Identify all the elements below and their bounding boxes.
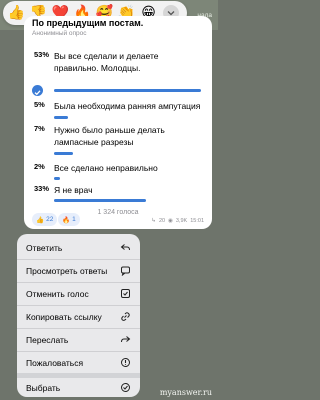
option-percent: 33% bbox=[34, 184, 50, 193]
option-text: Нужно было раньше делать лампасные разре… bbox=[54, 125, 165, 147]
option-percent: 53% bbox=[34, 50, 50, 59]
menu-copy-link[interactable]: Копировать ссылку bbox=[17, 306, 140, 327]
option-bar bbox=[54, 177, 60, 180]
message-meta: ↳ 20 ◉ 3,9K 15:01 bbox=[151, 218, 204, 224]
menu-reply[interactable]: Ответить bbox=[17, 237, 140, 258]
comments-count: 20 bbox=[158, 218, 166, 224]
forward-icon bbox=[120, 334, 131, 345]
poll-title: По предыдущим постам. bbox=[32, 18, 144, 28]
reaction-count: 1 bbox=[72, 216, 76, 223]
reaction-thumbs-up[interactable]: 👍 bbox=[7, 4, 26, 23]
poll-message[interactable]: По предыдущим постам. Анонимный опрос 53… bbox=[24, 16, 212, 229]
reaction-chip-thumbs-up[interactable]: 👍 22 bbox=[32, 213, 58, 226]
menu-view-replies[interactable]: Просмотреть ответы bbox=[17, 260, 140, 281]
reply-icon bbox=[120, 242, 131, 253]
option-text: Все сделано неправильно bbox=[54, 163, 158, 173]
menu-item-label: Выбрать bbox=[26, 382, 61, 393]
option-text: Вы все сделали и делаете правильно. Моло… bbox=[54, 51, 159, 73]
menu-item-label: Отменить голос bbox=[26, 288, 89, 299]
link-icon bbox=[120, 311, 131, 322]
select-icon bbox=[120, 382, 131, 393]
option-text: Я не врач bbox=[54, 185, 93, 195]
views-count: 3,9K bbox=[175, 218, 188, 224]
report-icon bbox=[120, 357, 131, 368]
comments-icon: ↳ bbox=[151, 218, 156, 224]
reaction-emoji: 🔥 bbox=[62, 216, 71, 224]
reaction-count: 22 bbox=[46, 216, 54, 223]
menu-select[interactable]: Выбрать bbox=[17, 377, 140, 397]
menu-item-label: Переслать bbox=[26, 334, 69, 345]
menu-forward[interactable]: Переслать bbox=[17, 329, 140, 350]
option-percent: 5% bbox=[34, 100, 45, 109]
replies-icon bbox=[120, 265, 131, 276]
context-menu: Ответить Просмотреть ответы Отменить гол… bbox=[17, 234, 140, 397]
menu-item-label: Копировать ссылку bbox=[26, 311, 102, 322]
menu-item-label: Просмотреть ответы bbox=[26, 265, 108, 276]
eye-icon: ◉ bbox=[168, 218, 173, 224]
retract-vote-icon bbox=[120, 288, 131, 299]
chosen-check-icon bbox=[32, 85, 43, 96]
watermark: myanswer.ru bbox=[159, 388, 212, 397]
option-bar bbox=[54, 89, 201, 92]
menu-retract-vote[interactable]: Отменить голос bbox=[17, 283, 140, 304]
reaction-chip-fire[interactable]: 🔥 1 bbox=[58, 213, 80, 226]
poll-type-label: Анонимный опрос bbox=[32, 30, 87, 37]
option-bar bbox=[54, 152, 73, 155]
menu-item-label: Пожаловаться bbox=[26, 357, 84, 368]
menu-item-label: Ответить bbox=[26, 242, 63, 253]
option-percent: 2% bbox=[34, 162, 45, 171]
option-text: Была необходима ранняя ампутация bbox=[54, 101, 201, 111]
menu-report[interactable]: Пожаловаться bbox=[17, 352, 140, 373]
option-bar bbox=[54, 199, 146, 202]
message-time: 15:01 bbox=[190, 218, 204, 224]
option-percent: 7% bbox=[34, 124, 45, 133]
reaction-emoji: 👍 bbox=[36, 216, 45, 224]
option-bar bbox=[54, 116, 68, 119]
